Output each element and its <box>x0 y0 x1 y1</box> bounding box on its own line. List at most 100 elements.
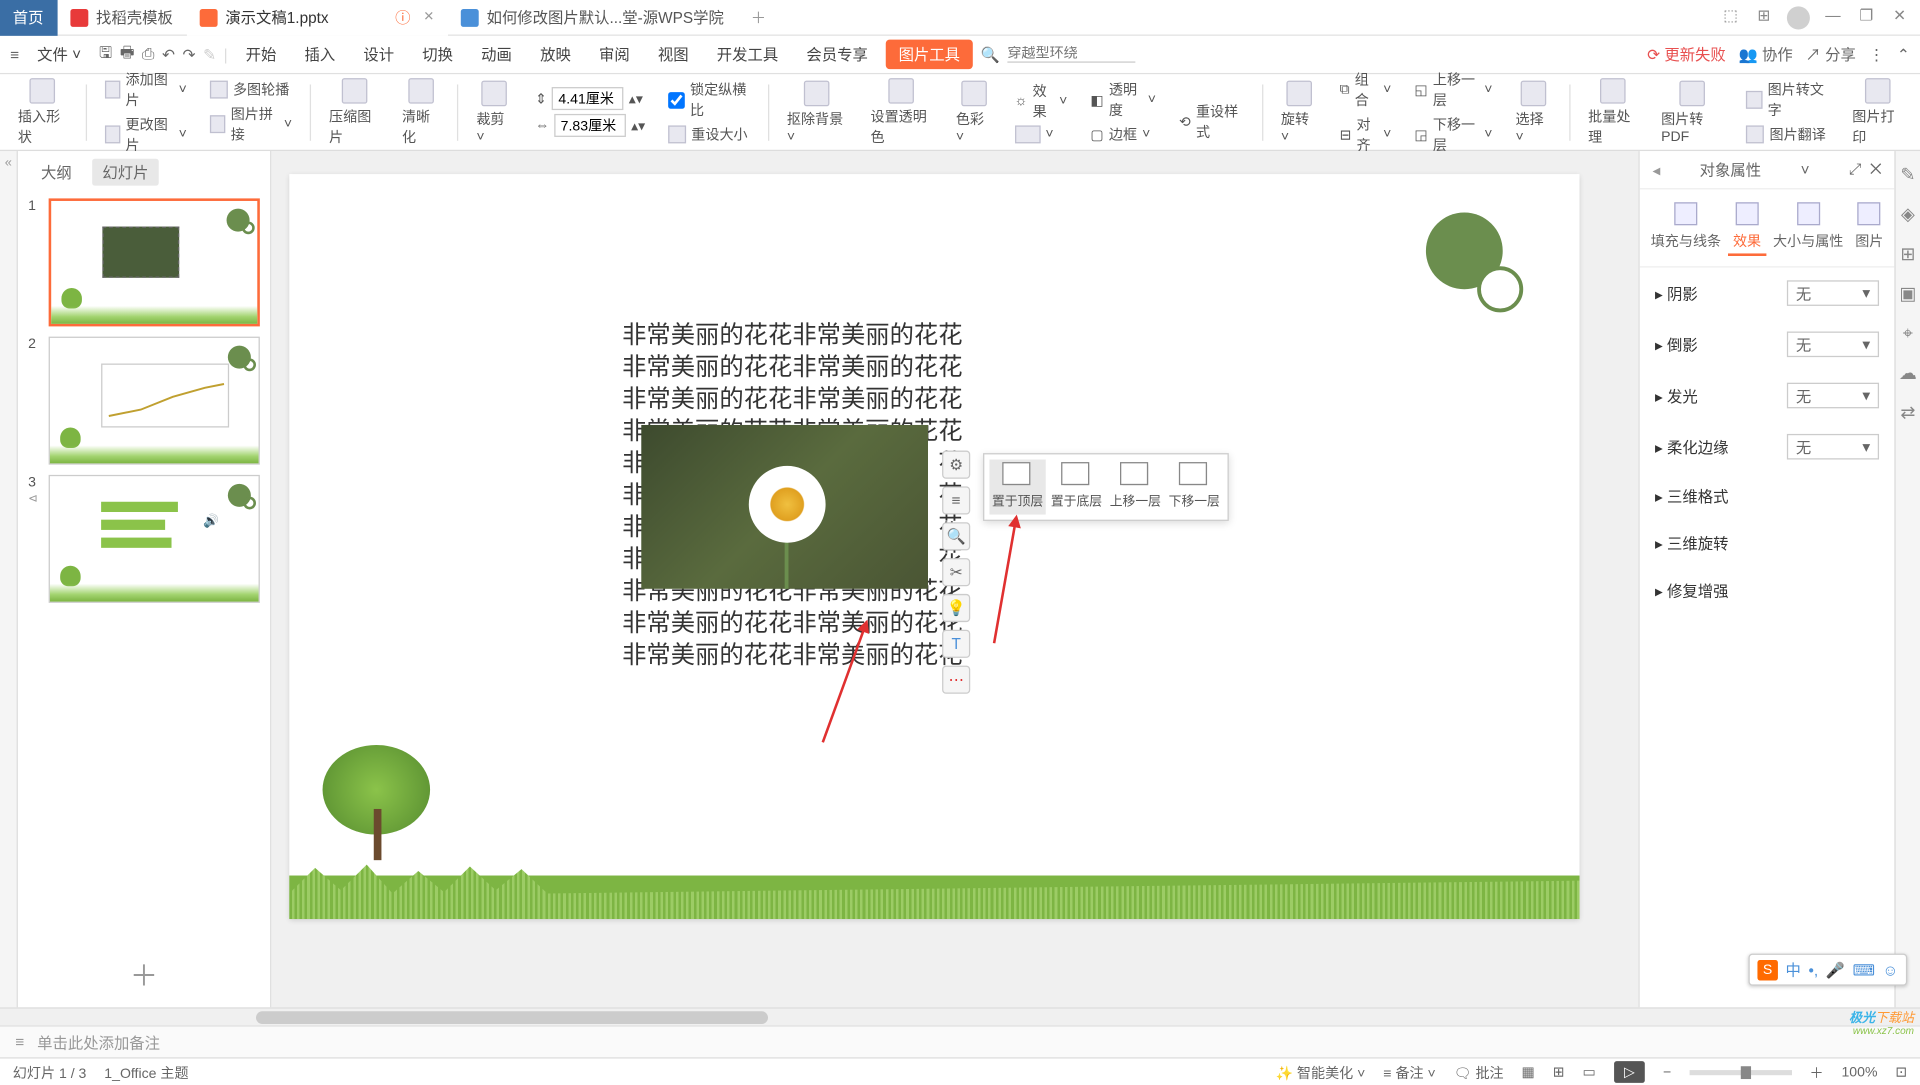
batch-button[interactable]: 批量处理 <box>1583 77 1643 146</box>
slideshow-button[interactable]: ▷ <box>1614 1061 1645 1083</box>
view-normal-icon[interactable]: ▦ <box>1522 1064 1535 1081</box>
slide-thumbnail-2[interactable] <box>48 337 260 465</box>
tab-size[interactable]: 大小与属性 <box>1768 200 1849 256</box>
menu-start[interactable]: 开始 <box>235 38 286 70</box>
file-menu[interactable]: 文件 ˅ <box>27 38 91 70</box>
canvas[interactable]: 非常美丽的花花非常美丽的花花 非常美丽的花花非常美丽的花花 非常美丽的花花非常美… <box>271 151 1638 1007</box>
effect-button[interactable]: ☼ 效果 ˅ <box>1015 81 1068 122</box>
ime-face-icon[interactable]: ☺ <box>1883 961 1899 979</box>
menu-review[interactable]: 审阅 <box>589 38 640 70</box>
search-input[interactable] <box>1007 46 1135 63</box>
menu-member[interactable]: 会员专享 <box>796 38 878 70</box>
idea-tool-icon[interactable]: 💡 <box>942 594 970 622</box>
more-tool-icon[interactable]: ⋯ <box>942 666 970 694</box>
beautify-button[interactable]: ✨ 智能美化 ˅ <box>1275 1062 1365 1082</box>
rotate-button[interactable]: 旋转 ˅ <box>1276 80 1322 144</box>
zoom-in-icon[interactable]: ＋ <box>1809 1062 1823 1082</box>
ime-punct-icon[interactable]: •, <box>1809 961 1819 979</box>
app-icon-2[interactable]: ⊞ <box>1754 6 1774 29</box>
settings-tool-icon[interactable]: ⚙ <box>942 451 970 479</box>
fit-icon[interactable]: ⊡ <box>1895 1064 1907 1081</box>
send-to-back-button[interactable]: 置于底层 <box>1048 460 1104 515</box>
tab-effect[interactable]: 效果 <box>1728 200 1766 256</box>
bring-to-front-button[interactable]: 置于顶层 <box>989 460 1045 515</box>
remove-bg-button[interactable]: 抠除背景 ˅ <box>782 80 853 144</box>
format-painter-icon[interactable]: ✎ <box>203 45 216 63</box>
tool-brush-icon[interactable]: ✎ <box>1900 164 1915 186</box>
style-thumbnail[interactable]: ˅ <box>1015 125 1054 143</box>
notes-placeholder[interactable]: 单击此处添加备注 <box>37 1031 160 1053</box>
maximize-button[interactable]: ❐ <box>1856 6 1876 29</box>
collab-button[interactable]: 👥 协作 <box>1739 44 1793 66</box>
collapse-ribbon[interactable]: ⌃ <box>1897 45 1910 63</box>
share-button[interactable]: ↗ 分享 <box>1806 44 1856 66</box>
height-input[interactable] <box>554 114 626 137</box>
tool-style-icon[interactable]: ◈ <box>1901 204 1915 226</box>
color-button[interactable]: 色彩 ˅ <box>951 80 997 144</box>
reset-style-button[interactable]: ⟲ 重设样式 <box>1179 101 1244 142</box>
combine-button[interactable]: ⧉ 组合 ˅ <box>1340 69 1392 110</box>
menu-image-tools[interactable]: 图片工具 <box>886 40 973 69</box>
menu-animation[interactable]: 动画 <box>471 38 522 70</box>
menu-view[interactable]: 视图 <box>648 38 699 70</box>
app-icon-1[interactable]: ⬚ <box>1720 6 1740 29</box>
sync-warning[interactable]: ⟳ 更新失败 <box>1647 44 1726 66</box>
translate-button[interactable]: 图片翻译 <box>1746 124 1825 144</box>
slide-thumbnail-1[interactable] <box>48 198 260 326</box>
transparent-color-button[interactable]: 设置透明色 <box>865 77 938 146</box>
ime-toolbar[interactable]: S 中 •, 🎤 ⌨ ☺ <box>1748 954 1907 986</box>
menu-devtools[interactable]: 开发工具 <box>707 38 789 70</box>
ime-voice-icon[interactable]: 🎤 <box>1826 961 1845 979</box>
outline-tab[interactable]: 大纲 <box>31 159 82 186</box>
tab-fill[interactable]: 填充与线条 <box>1646 200 1727 256</box>
tab-document[interactable]: 演示文稿1.pptx ⓘ ✕ <box>187 0 448 35</box>
close-button[interactable]: ✕ <box>1889 6 1909 29</box>
crop-button[interactable]: 裁剪 ˅ <box>471 80 517 144</box>
tool-layout-icon[interactable]: ⊞ <box>1900 243 1915 265</box>
glow-select[interactable]: 无▾ <box>1787 383 1879 409</box>
tab-help[interactable]: 如何修改图片默认...堂-源WPS学院 <box>448 0 738 35</box>
ime-keyboard-icon[interactable]: ⌨ <box>1853 961 1875 979</box>
tab-home[interactable]: 首页 <box>0 0 58 35</box>
align-button[interactable]: ⊟ 对齐 ˅ <box>1340 114 1392 155</box>
redo-icon[interactable]: ↷ <box>183 45 196 63</box>
tool-location-icon[interactable]: ⌖ <box>1903 323 1913 345</box>
menu-design[interactable]: 设计 <box>353 38 404 70</box>
to-pdf-button[interactable]: 图片转PDF <box>1656 80 1729 144</box>
comments-toggle[interactable]: 🗨 批注 <box>1454 1062 1504 1082</box>
softedge-select[interactable]: 无▾ <box>1787 434 1879 460</box>
to-text-button[interactable]: 图片转文字 <box>1746 79 1829 120</box>
slides-tab[interactable]: 幻灯片 <box>92 159 159 186</box>
tool-cloud-icon[interactable]: ☁ <box>1899 362 1917 384</box>
zoom-tool-icon[interactable]: 🔍 <box>942 522 970 550</box>
collapse-handle[interactable]: « <box>0 151 18 1007</box>
clarify-button[interactable]: 清晰化 <box>397 77 445 146</box>
soft-edge-row[interactable]: ▸ 柔化边缘无▾ <box>1640 421 1895 472</box>
select-button[interactable]: 选择 ˅ <box>1510 80 1556 144</box>
zoom-level[interactable]: 100% <box>1841 1064 1877 1079</box>
text-tool-icon[interactable]: T <box>942 630 970 658</box>
reset-size-button[interactable]: 重设大小 <box>668 124 747 144</box>
transparency-button[interactable]: ◧ 透明度 ˅ <box>1090 79 1156 120</box>
border-button[interactable]: ▢ 边框 ˅ <box>1090 124 1150 144</box>
width-input[interactable] <box>552 87 624 110</box>
menu-slideshow[interactable]: 放映 <box>530 38 581 70</box>
shadow-row[interactable]: ▸ 阴影无▾ <box>1640 268 1895 319</box>
insert-shape-button[interactable]: 插入形状 <box>13 77 73 146</box>
zoom-out-icon[interactable]: − <box>1663 1064 1671 1079</box>
reflection-row[interactable]: ▸ 倒影无▾ <box>1640 319 1895 370</box>
notes-toggle[interactable]: ≡ 备注 ˅ <box>1383 1062 1435 1082</box>
compress-button[interactable]: 压缩图片 <box>324 77 384 146</box>
multi-outline-button[interactable]: 多图轮播 <box>210 79 289 99</box>
move-forward-button[interactable]: 上移一层 <box>1107 460 1163 515</box>
glow-row[interactable]: ▸ 发光无▾ <box>1640 370 1895 421</box>
tab-template[interactable]: 找稻壳模板 <box>58 0 187 35</box>
crop-tool-icon[interactable]: ✂ <box>942 558 970 586</box>
slide-thumbnail-3[interactable]: 🔊 <box>48 475 260 603</box>
3d-format-row[interactable]: ▸ 三维格式 <box>1640 472 1895 519</box>
panel-popout-icon[interactable]: ⤢ <box>1849 160 1861 178</box>
change-image-button[interactable]: 更改图片 ˅ <box>105 114 187 155</box>
print-icon[interactable]: 🖶 <box>120 41 134 68</box>
shadow-select[interactable]: 无▾ <box>1787 280 1879 306</box>
add-slide-button[interactable]: ＋ <box>18 941 270 1008</box>
